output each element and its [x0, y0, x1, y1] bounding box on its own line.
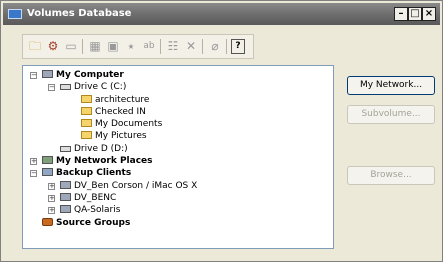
network-icon [42, 156, 53, 164]
window-title: Volumes Database [27, 8, 132, 19]
tree-item-label: Backup Clients [56, 168, 132, 178]
tree-item-label: My Computer [56, 70, 124, 80]
tree-item-client[interactable]: DV_Ben Corson / iMac OS X [60, 180, 197, 192]
delete-icon[interactable]: ✕ [183, 38, 199, 54]
tree-item-backup-clients[interactable]: Backup Clients [42, 167, 131, 179]
open-folder-icon[interactable]: 🗀 [27, 38, 43, 54]
share-icon[interactable]: ▣ [105, 38, 121, 54]
tree-item-client[interactable]: QA-Solaris [60, 204, 120, 216]
computer-icon [42, 70, 53, 78]
folder-icon [81, 107, 92, 115]
expander-closed-icon[interactable]: + [48, 195, 55, 202]
rename-icon[interactable]: ab [141, 38, 157, 54]
erase-icon[interactable]: ⌀ [207, 38, 223, 54]
toolbar-separator [202, 39, 203, 54]
toolbar-separator [226, 39, 227, 54]
subvolume-button[interactable]: Subvolume... [347, 105, 435, 124]
maximize-button[interactable]: □ [408, 7, 422, 21]
title-bar[interactable]: Volumes Database – □ × [3, 3, 440, 25]
client-computer-icon [60, 193, 71, 201]
tree-item-label: Drive C (C:) [74, 82, 127, 92]
database-icon [8, 9, 22, 19]
comment-icon[interactable]: ☷ [165, 38, 181, 54]
tree-item-label: DV_Ben Corson / iMac OS X [74, 181, 198, 191]
new-item-icon[interactable]: ⚙ [45, 38, 61, 54]
tree-item-label: My Documents [95, 119, 163, 129]
source-groups-icon [42, 218, 53, 226]
expander-closed-icon[interactable]: + [48, 183, 55, 190]
browse-button[interactable]: Browse... [347, 166, 435, 185]
link-icon[interactable]: ⭑ [123, 38, 139, 54]
tree-item-folder-architecture[interactable]: architecture [81, 94, 149, 106]
close-button[interactable]: × [422, 7, 436, 21]
minimize-button[interactable]: – [394, 7, 408, 21]
properties-icon[interactable]: ▦ [87, 38, 103, 54]
expander-closed-icon[interactable]: + [30, 158, 37, 165]
tree-item-folder-my-pictures[interactable]: My Pictures [81, 130, 147, 142]
tree-item-folder-my-documents[interactable]: My Documents [81, 118, 162, 130]
tree-item-my-computer[interactable]: My Computer [42, 69, 124, 81]
expander-open-icon[interactable]: − [30, 170, 37, 177]
folder-icon [81, 95, 92, 103]
tree-item-folder-checked-in[interactable]: Checked IN [81, 106, 146, 118]
tree-item-label: QA-Solaris [74, 205, 121, 215]
toolbar: 🗀 ⚙ ▭ ▦ ▣ ⭑ ab ☷ ✕ ⌀ ? [22, 34, 254, 59]
volumes-tree: − My Computer − Drive C (C:) architectur… [22, 65, 334, 249]
tree-item-label: Drive D (D:) [74, 144, 128, 154]
expander-closed-icon[interactable]: + [48, 207, 55, 214]
tree-item-label: My Network Places [56, 156, 153, 166]
tree-item-label: architecture [95, 95, 150, 105]
folder-icon [81, 131, 92, 139]
expander-open-icon[interactable]: − [48, 84, 55, 91]
client-computer-icon [60, 205, 71, 213]
tree-item-label: Checked IN [95, 107, 146, 117]
tree-item-my-network-places[interactable]: My Network Places [42, 155, 153, 167]
help-icon[interactable]: ? [231, 39, 245, 54]
expander-open-icon[interactable]: − [30, 72, 37, 79]
tree-item-label: Source Groups [56, 218, 131, 228]
drive-icon [60, 84, 71, 90]
my-network-button[interactable]: My Network... [347, 76, 435, 95]
tree-item-drive-c[interactable]: Drive C (C:) [60, 81, 126, 93]
client-computer-icon [60, 181, 71, 189]
drive-icon [60, 146, 71, 152]
toolbar-separator [82, 39, 83, 54]
volumes-database-window: Volumes Database – □ × 🗀 ⚙ ▭ ▦ ▣ ⭑ ab ☷ … [0, 0, 443, 262]
toolbar-separator [160, 39, 161, 54]
tree-item-label: DV_BENC [74, 193, 117, 203]
folder-icon [81, 119, 92, 127]
folder-icon[interactable]: ▭ [63, 38, 79, 54]
backup-clients-icon [42, 168, 53, 176]
tree-item-client[interactable]: DV_BENC [60, 192, 116, 204]
tree-item-drive-d[interactable]: Drive D (D:) [60, 143, 128, 155]
tree-item-source-groups[interactable]: Source Groups [42, 217, 130, 229]
tree-item-label: My Pictures [95, 131, 147, 141]
